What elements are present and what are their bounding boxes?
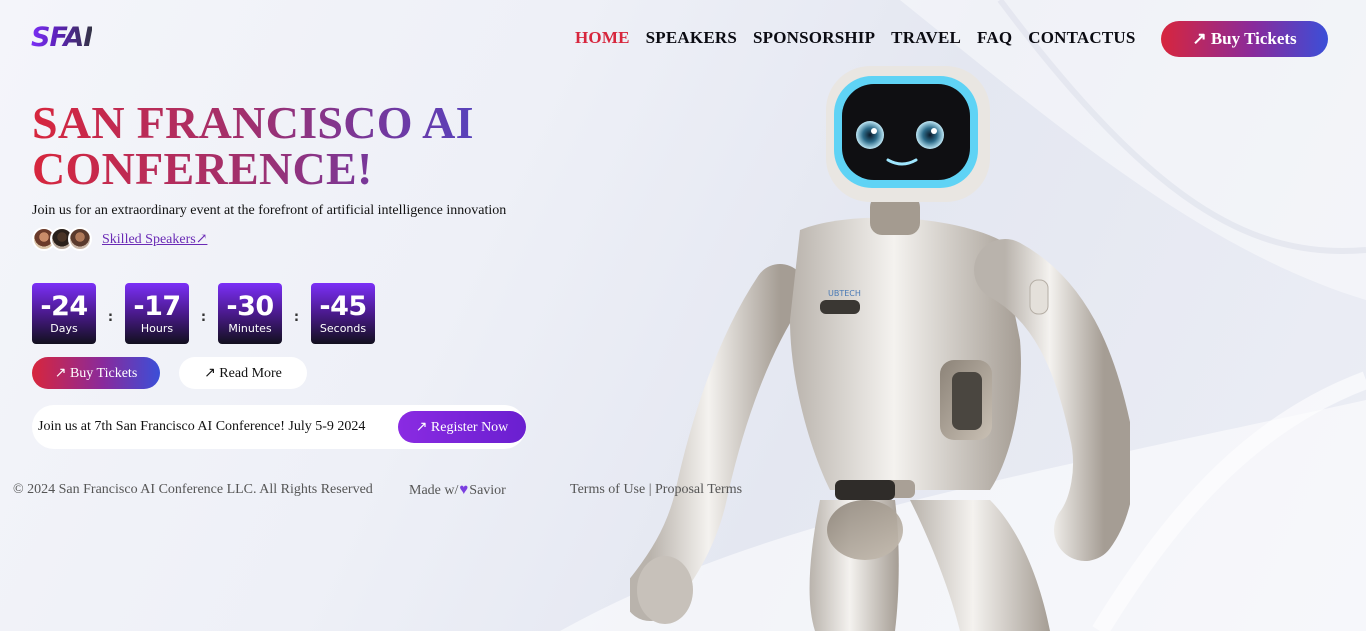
header-buy-tickets-button[interactable]: ↗ Buy Tickets <box>1161 21 1328 57</box>
read-more-button[interactable]: ↗ Read More <box>179 357 307 389</box>
countdown-minutes-label: Minutes <box>228 321 272 335</box>
hero-title-line2: CONFERENCE! <box>32 143 373 194</box>
speaker-avatar <box>68 227 92 251</box>
countdown-hours-value: -17 <box>133 290 181 322</box>
countdown-hours-label: Hours <box>140 321 174 335</box>
nav-faq[interactable]: FAQ <box>977 28 1012 48</box>
countdown-minutes-value: -30 <box>226 290 274 322</box>
speakers-row: Skilled Speakers↗ <box>32 227 207 251</box>
register-banner: Join us at 7th San Francisco AI Conferen… <box>32 405 526 449</box>
nav-travel[interactable]: TRAVEL <box>891 28 961 48</box>
footer-made-prefix: Made w/ <box>409 482 459 498</box>
countdown-separator: : <box>200 310 207 325</box>
footer-made-suffix[interactable]: Savior <box>469 483 506 499</box>
hero-subtitle: Join us for an extraordinary event at th… <box>32 203 507 218</box>
nav-contactus[interactable]: CONTACTUS <box>1028 28 1135 48</box>
countdown-days-label: Days <box>50 321 78 335</box>
countdown-seconds-label: Seconds <box>319 321 367 335</box>
buy-tickets-button[interactable]: ↗ Buy Tickets <box>32 357 160 389</box>
svg-text:UBTECH: UBTECH <box>828 289 861 298</box>
hero-title: SAN FRANCISCO AI CONFERENCE! <box>32 100 572 192</box>
register-text: Join us at 7th San Francisco AI Conferen… <box>38 419 366 434</box>
robot-illustration: UBTECH <box>630 66 1130 631</box>
register-now-button[interactable]: ↗ Register Now <box>398 411 526 443</box>
nav-sponsorship[interactable]: SPONSORSHIP <box>753 28 875 48</box>
countdown-seconds-value: -45 <box>319 290 367 322</box>
countdown-seconds: -45 Seconds <box>311 283 375 344</box>
countdown-timer: -24 Days : -17 Hours : -30 Minutes : -45… <box>32 283 375 344</box>
countdown-minutes: -30 Minutes <box>218 283 282 344</box>
footer-copyright: © 2024 San Francisco AI Conference LLC. … <box>13 482 373 497</box>
footer-terms-links[interactable]: Terms of Use | Proposal Terms <box>570 482 742 498</box>
countdown-separator: : <box>293 310 300 325</box>
footer-made-with: Made w/ ♥ Savior <box>409 482 506 499</box>
countdown-days: -24 Days <box>32 283 96 344</box>
main-nav: HOME SPEAKERS SPONSORSHIP TRAVEL FAQ CON… <box>575 28 1152 48</box>
hero-title-line1: SAN FRANCISCO AI <box>32 97 474 148</box>
countdown-days-value: -24 <box>40 290 88 322</box>
skilled-speakers-link[interactable]: Skilled Speakers↗ <box>102 231 207 248</box>
logo[interactable]: SFAI <box>31 22 93 53</box>
countdown-separator: : <box>107 310 114 325</box>
nav-speakers[interactable]: SPEAKERS <box>646 28 737 48</box>
nav-home[interactable]: HOME <box>575 28 630 48</box>
heart-icon: ♥ <box>459 482 469 498</box>
countdown-hours: -17 Hours <box>125 283 189 344</box>
